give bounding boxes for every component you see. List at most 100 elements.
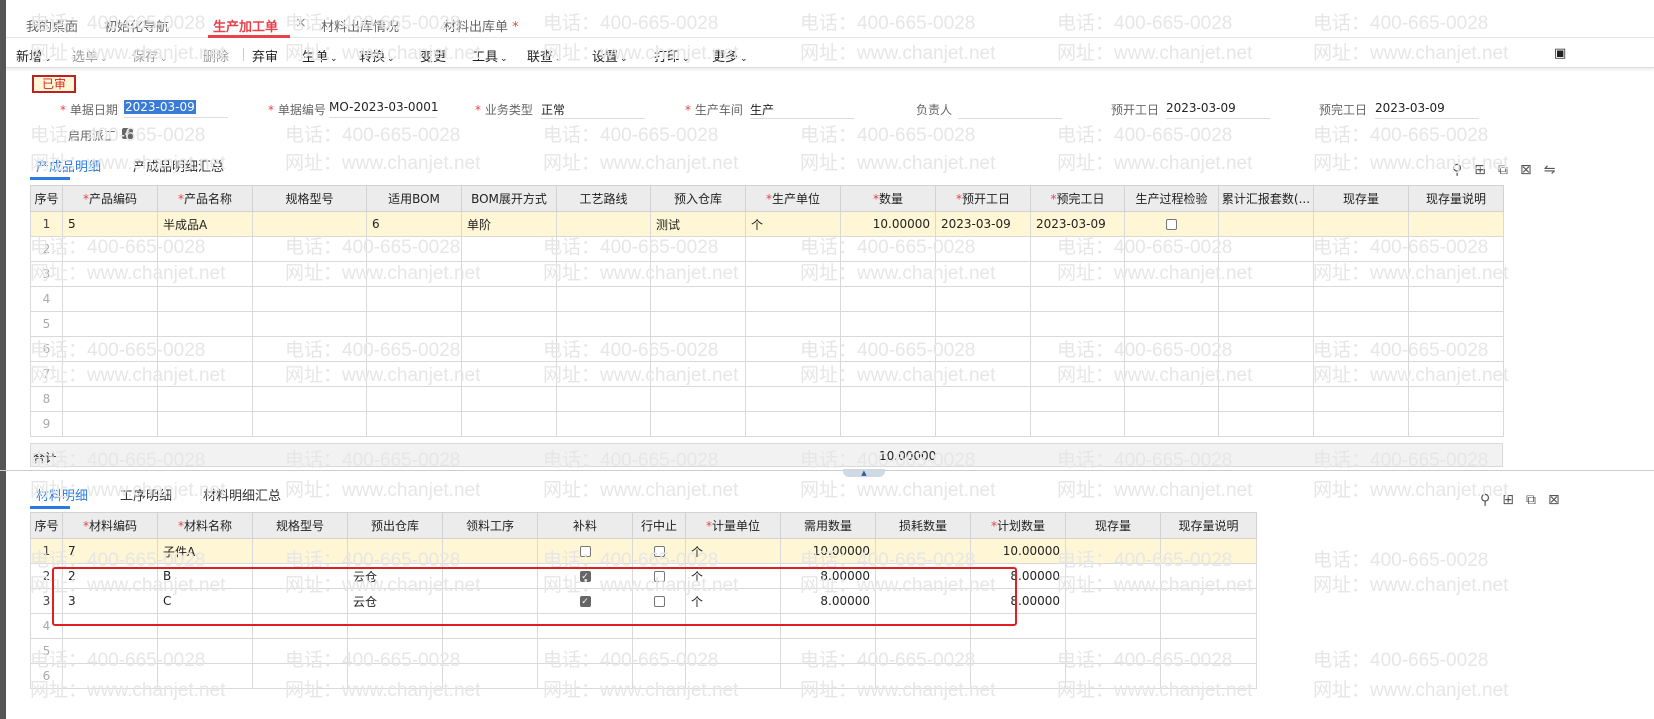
table-cell[interactable] [1030,236,1125,262]
table-cell[interactable]: 测试 [650,211,746,237]
table-cell[interactable] [840,236,936,262]
column-header[interactable]: BOM展开方式 [461,185,557,212]
table-row[interactable]: 5 [30,311,1504,337]
table-cell[interactable] [1160,663,1257,689]
table-cell[interactable] [461,386,557,412]
table-cell[interactable]: 10.00000 [840,211,936,237]
toolbar-button-1[interactable]: 选单 ⌄ [72,46,108,65]
table-cell[interactable] [1124,236,1219,262]
table-row[interactable]: 2 [30,236,1504,262]
table-cell[interactable] [1030,361,1125,387]
toolbar-button-10[interactable]: 设置 ⌄ [592,46,628,65]
table-cell[interactable] [1160,638,1257,664]
table-cell[interactable] [1313,361,1409,387]
table-cell[interactable] [1218,361,1314,387]
table-cell[interactable] [556,336,651,362]
table-cell[interactable]: 5 [62,211,158,237]
table-cell[interactable]: 个 [745,211,841,237]
table-row[interactable]: 6 [30,663,1257,689]
table-cell[interactable] [1218,311,1314,337]
table-cell[interactable] [745,411,841,437]
table-cell[interactable] [252,336,367,362]
table-cell[interactable] [461,311,557,337]
table-cell[interactable] [1313,411,1409,437]
column-header[interactable]: 需用数量 [780,512,876,539]
table-cell[interactable] [745,386,841,412]
column-header[interactable]: 序号 [30,512,63,539]
business-type-field[interactable]: 正常 [541,101,645,119]
table-cell[interactable] [1124,261,1219,287]
table-row[interactable]: 9 [30,411,1504,437]
table-cell[interactable] [556,236,651,262]
row-checkbox[interactable] [653,546,665,557]
table-cell[interactable] [366,411,462,437]
table-cell[interactable] [62,261,158,287]
table-cell[interactable] [650,261,746,287]
table-cell[interactable] [461,411,557,437]
table-cell[interactable] [840,286,936,312]
delete-row-icon[interactable]: ⊠ [1520,162,1532,178]
table-cell[interactable] [252,311,367,337]
table-cell[interactable] [780,663,876,689]
table-cell[interactable] [556,211,651,237]
table-cell[interactable] [537,638,633,664]
table-cell[interactable] [970,638,1066,664]
table-cell[interactable] [537,538,633,564]
table-cell[interactable] [1160,538,1257,564]
table-cell[interactable] [1313,336,1409,362]
table-row[interactable]: 1 7 子件A 个 10.00000 10.00000 [30,538,1257,564]
table-cell[interactable] [935,361,1031,387]
table-cell[interactable] [1124,386,1219,412]
table-cell[interactable] [157,236,253,262]
close-tab-icon[interactable]: × [295,15,307,31]
table-cell[interactable] [461,336,557,362]
column-header[interactable]: 现存量 [1065,512,1161,539]
tab-material-out-status[interactable]: 材料出库情况 [321,16,399,35]
toolbar-button-7[interactable]: 变更 [420,46,446,65]
table-cell[interactable] [1408,236,1504,262]
table-cell[interactable] [1030,261,1125,287]
settings-icon[interactable]: ⇋ [1544,162,1556,178]
locate-icon[interactable]: ⚲ [1452,162,1462,178]
table-cell[interactable] [252,361,367,387]
toolbar-overflow-icon[interactable]: ▣ [1554,46,1566,61]
table-row[interactable]: 8 [30,386,1504,412]
table-cell[interactable] [1408,336,1504,362]
table-cell[interactable] [157,386,253,412]
column-header[interactable]: *产品名称 [157,185,253,212]
collapse-handle-icon[interactable]: ▲ [843,469,885,477]
table-cell[interactable] [650,311,746,337]
table-cell[interactable] [650,336,746,362]
column-header[interactable]: 规格型号 [252,512,348,539]
table-cell[interactable] [157,361,253,387]
table-cell[interactable] [62,311,158,337]
column-header[interactable]: 补料 [537,512,633,539]
table-cell[interactable] [556,286,651,312]
table-cell[interactable] [840,311,936,337]
table-row[interactable]: 4 [30,286,1504,312]
table-cell[interactable] [745,261,841,287]
table-cell[interactable] [780,638,876,664]
table-cell[interactable]: 6 [366,211,462,237]
table-cell[interactable] [556,261,651,287]
column-header[interactable]: 序号 [30,185,63,212]
toolbar-button-6[interactable]: 转换 ⌄ [359,46,395,65]
table-cell[interactable] [1313,386,1409,412]
table-cell[interactable] [1030,336,1125,362]
column-header[interactable]: *计量单位 [685,512,781,539]
table-cell[interactable] [1408,386,1504,412]
table-cell[interactable]: 10.00000 [970,538,1066,564]
add-row-icon[interactable]: ⊞ [1502,492,1514,508]
table-cell[interactable] [366,386,462,412]
table-cell[interactable] [840,361,936,387]
column-header[interactable]: *数量 [840,185,936,212]
column-header[interactable]: *材料编码 [62,512,158,539]
table-cell[interactable]: 2023-03-09 [1030,211,1125,237]
table-cell[interactable] [252,411,367,437]
table-cell[interactable] [1124,411,1219,437]
table-cell[interactable] [685,663,781,689]
column-header[interactable]: *计划数量 [970,512,1066,539]
table-cell[interactable] [252,386,367,412]
tab-process-detail[interactable]: 工序明细 [120,485,172,504]
table-cell[interactable]: 7 [62,538,158,564]
